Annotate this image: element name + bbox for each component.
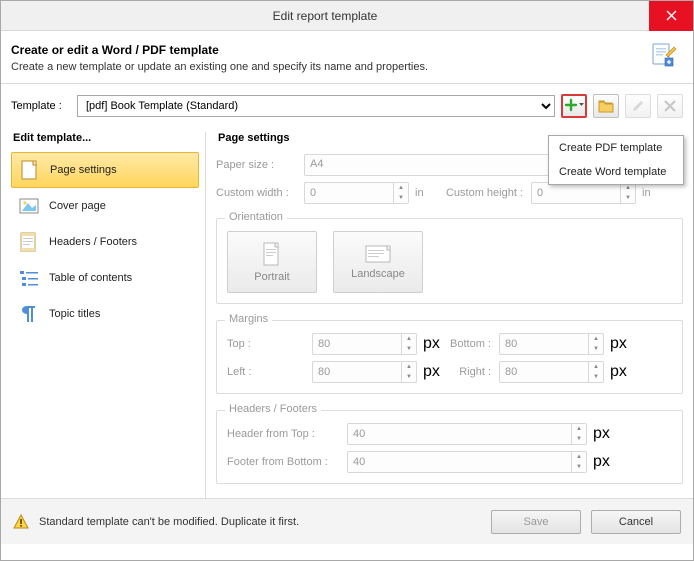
create-word-item[interactable]: Create Word template: [549, 160, 683, 184]
margin-top-input[interactable]: 80▲▼: [312, 333, 417, 355]
page-icon: [20, 160, 40, 180]
sidebar-label: Headers / Footers: [49, 236, 137, 248]
sidebar-item-topic-titles[interactable]: Topic titles: [11, 296, 199, 332]
template-label: Template :: [11, 100, 71, 112]
window-title: Edit report template: [1, 9, 649, 23]
custom-height-label: Custom height :: [431, 187, 531, 199]
document-edit-icon: [649, 41, 677, 69]
footer-bar: Standard template can't be modified. Dup…: [1, 498, 693, 544]
margin-left-label: Left :: [227, 366, 272, 378]
dialog-window: Edit report template Create or edit a Wo…: [0, 0, 694, 561]
add-template-button[interactable]: [561, 94, 587, 118]
sidebar-label: Table of contents: [49, 272, 132, 284]
unit-label: in: [409, 187, 431, 199]
template-row: Template : [pdf] Book Template (Standard…: [1, 84, 693, 126]
margin-right-input[interactable]: 80▲▼: [499, 361, 604, 383]
add-template-dropdown: Create PDF template Create Word template: [548, 135, 684, 185]
paper-size-label: Paper size :: [216, 159, 304, 171]
image-icon: [19, 196, 39, 216]
landscape-button[interactable]: Landscape: [333, 231, 423, 293]
save-button: Save: [491, 510, 581, 534]
title-bar: Edit report template: [1, 1, 693, 31]
orientation-group: Orientation Portrait Landscape: [216, 218, 683, 304]
sidebar-title: Edit template...: [11, 126, 199, 152]
margins-group: Margins Top : 80▲▼ px Bottom : 80▲▼ px L…: [216, 320, 683, 394]
sidebar-item-headers-footers[interactable]: Headers / Footers: [11, 224, 199, 260]
sidebar-item-page-settings[interactable]: Page settings: [11, 152, 199, 188]
cancel-button[interactable]: Cancel: [591, 510, 681, 534]
group-title: Margins: [225, 313, 272, 325]
portrait-button[interactable]: Portrait: [227, 231, 317, 293]
template-select[interactable]: [pdf] Book Template (Standard): [77, 95, 555, 117]
sidebar-item-cover-page[interactable]: Cover page: [11, 188, 199, 224]
header-subtitle: Create a new template or update an exist…: [11, 61, 677, 73]
close-button[interactable]: [649, 1, 693, 31]
sidebar-label: Topic titles: [49, 308, 100, 320]
margin-left-input[interactable]: 80▲▼: [312, 361, 417, 383]
margin-bottom-label: Bottom :: [439, 338, 499, 350]
landscape-icon: [364, 244, 392, 264]
sidebar-label: Page settings: [50, 164, 117, 176]
toc-icon: [19, 268, 39, 288]
unit-label: in: [636, 187, 658, 199]
custom-width-label: Custom width :: [216, 187, 304, 199]
sidebar-label: Cover page: [49, 200, 106, 212]
custom-height-input[interactable]: 0▲▼: [531, 182, 636, 204]
sidebar: Edit template... Page settings Cover pag…: [11, 126, 199, 498]
footer-bottom-input[interactable]: 40▲▼: [347, 451, 587, 473]
close-icon: [666, 10, 677, 21]
margin-top-label: Top :: [227, 338, 272, 350]
pencil-icon: [631, 99, 645, 113]
warning-text: Standard template can't be modified. Dup…: [39, 516, 481, 528]
portrait-icon: [262, 241, 282, 267]
delete-button: [657, 94, 683, 118]
vertical-divider: [205, 132, 206, 498]
folder-icon: [598, 99, 614, 113]
sidebar-item-toc[interactable]: Table of contents: [11, 260, 199, 296]
margin-right-label: Right :: [439, 366, 499, 378]
header-top-label: Header from Top :: [227, 428, 347, 440]
header-title: Create or edit a Word / PDF template: [11, 43, 677, 57]
warning-icon: [13, 514, 29, 530]
plus-icon: [564, 98, 584, 114]
pilcrow-icon: [19, 304, 39, 324]
open-folder-button[interactable]: [593, 94, 619, 118]
group-title: Headers / Footers: [225, 403, 321, 415]
header-top-input[interactable]: 40▲▼: [347, 423, 587, 445]
header-footer-icon: [19, 232, 39, 252]
header-section: Create or edit a Word / PDF template Cre…: [1, 31, 693, 84]
x-icon: [664, 100, 676, 112]
edit-button: [625, 94, 651, 118]
margin-bottom-input[interactable]: 80▲▼: [499, 333, 604, 355]
footer-bottom-label: Footer from Bottom :: [227, 456, 347, 468]
headers-footers-group: Headers / Footers Header from Top : 40▲▼…: [216, 410, 683, 484]
group-title: Orientation: [225, 211, 287, 223]
custom-width-input[interactable]: 0▲▼: [304, 182, 409, 204]
create-pdf-item[interactable]: Create PDF template: [549, 136, 683, 160]
